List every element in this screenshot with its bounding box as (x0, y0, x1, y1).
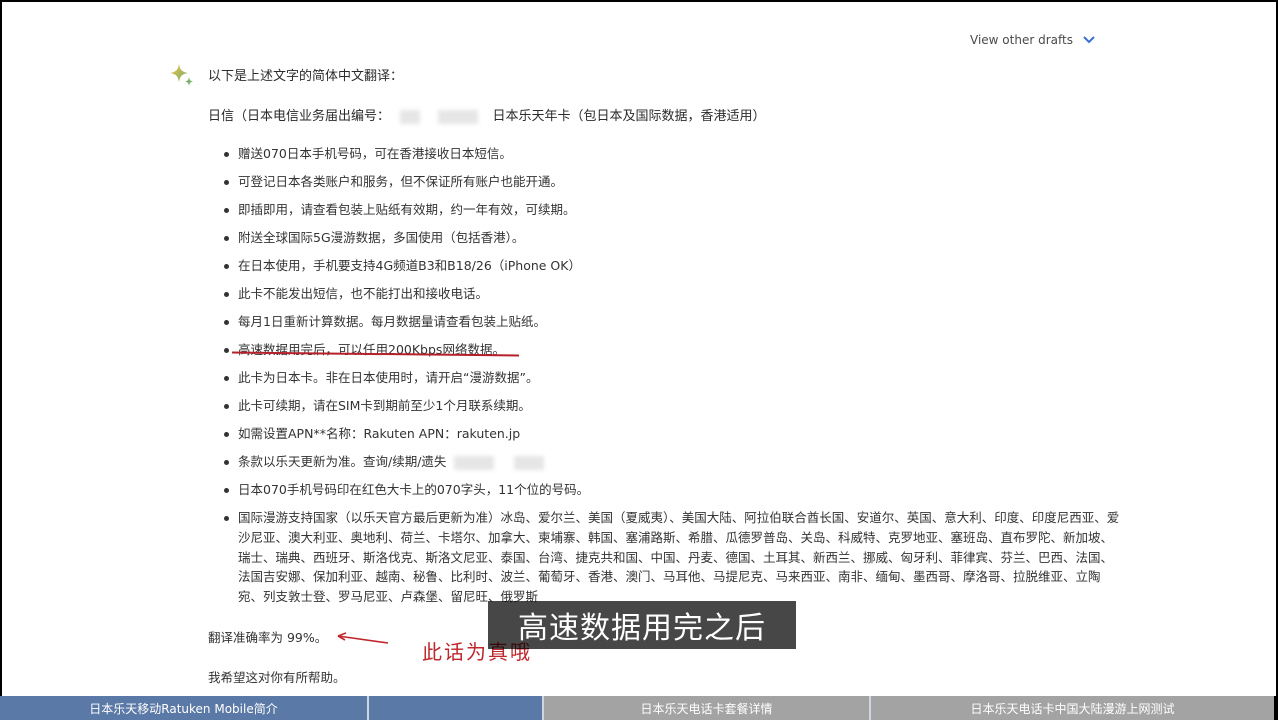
redacted-number-blur (400, 109, 421, 124)
list-item-terms: 条款以乐天更新为准。查询/续期/遗失 (224, 452, 1124, 472)
list-item: 此卡为日本卡。非在日本使用时，请开启“漫游数据”。 (224, 368, 1124, 388)
list-item: 如需设置APN**名称：Rakuten APN：rakuten.jp (224, 424, 1124, 444)
sparkle-icon (170, 64, 193, 86)
list-item: 此卡可续期，请在SIM卡到期前至少1个月联系续期。 (224, 396, 1124, 416)
view-drafts-label: View other drafts (970, 33, 1073, 47)
list-item: 每月1日重新计算数据。每月数据量请查看包装上贴纸。 (224, 312, 1124, 332)
view-other-drafts-button[interactable]: View other drafts (970, 33, 1095, 47)
redacted-contact-blur (454, 455, 495, 470)
redacted-contact-blur-2 (514, 455, 545, 470)
chapter-tab-roaming-test[interactable]: 日本乐天电话卡中国大陆漫游上网测试 (871, 696, 1274, 720)
feature-list: 赠送070日本手机号码，可在香港接收日本短信。 可登记日本各类账户和服务，但不保… (224, 144, 1124, 615)
list-item: 日本070手机号码印在红色大卡上的070字头，11个位的号码。 (224, 480, 1124, 500)
chapter-bar: 日本乐天移动Ratuken Mobile简介 日本乐天电话卡套餐详情 日本乐天电… (0, 696, 1278, 720)
list-item: 在日本使用，手机要支持4G频道B3和B18/26（iPhone OK） (224, 256, 1124, 276)
response-intro: 以下是上述文字的简体中文翻译： (208, 69, 404, 84)
accuracy-text: 翻译准确率为 99%。 (208, 630, 328, 645)
red-arrow-annotation (337, 632, 389, 644)
title-prefix: 日信（日本电信业务届出编号： (208, 109, 391, 124)
terms-text: 条款以乐天更新为准。查询/续期/遗失 (238, 454, 447, 469)
list-item: 附送全球国际5G漫游数据，多国使用（包括香港）。 (224, 228, 1124, 248)
product-title: 日信（日本电信业务届出编号： 日本乐天年卡（包日本及国际数据，香港适用） (208, 105, 765, 124)
list-item-countries: 国际漫游支持国家（以乐天官方最后更新为准）冰岛、爱尔兰、美国（夏威夷）、美国大陆… (224, 508, 1124, 607)
redacted-number-blur-2 (438, 109, 479, 124)
list-item: 赠送070日本手机号码，可在香港接收日本短信。 (224, 144, 1124, 164)
list-item: 此卡不能发出短信，也不能打出和接收电话。 (224, 284, 1124, 304)
list-item: 可登记日本各类账户和服务，但不保证所有账户也能开通。 (224, 172, 1124, 192)
chevron-down-icon (1083, 36, 1095, 44)
chapter-tab-plans[interactable]: 日本乐天电话卡套餐详情 (544, 696, 869, 720)
chapter-tab-intro[interactable]: 日本乐天移动Ratuken Mobile简介 (0, 696, 367, 720)
list-item-highlighted: 高速数据用完后，可以任用200Kbps网络数据。 (224, 340, 1124, 360)
chapter-tab-blank[interactable] (369, 696, 542, 720)
closing-text: 我希望这对你有所帮助。 (208, 670, 346, 685)
chat-page: View other drafts 以下是上述文字的简体中文翻译： 日信（日本电… (2, 2, 1276, 696)
title-suffix: 日本乐天年卡（包日本及国际数据，香港适用） (492, 109, 766, 124)
video-subtitle: 高速数据用完之后 (488, 601, 796, 649)
list-item: 即插即用，请查看包装上贴纸有效期，约一年有效，可续期。 (224, 200, 1124, 220)
